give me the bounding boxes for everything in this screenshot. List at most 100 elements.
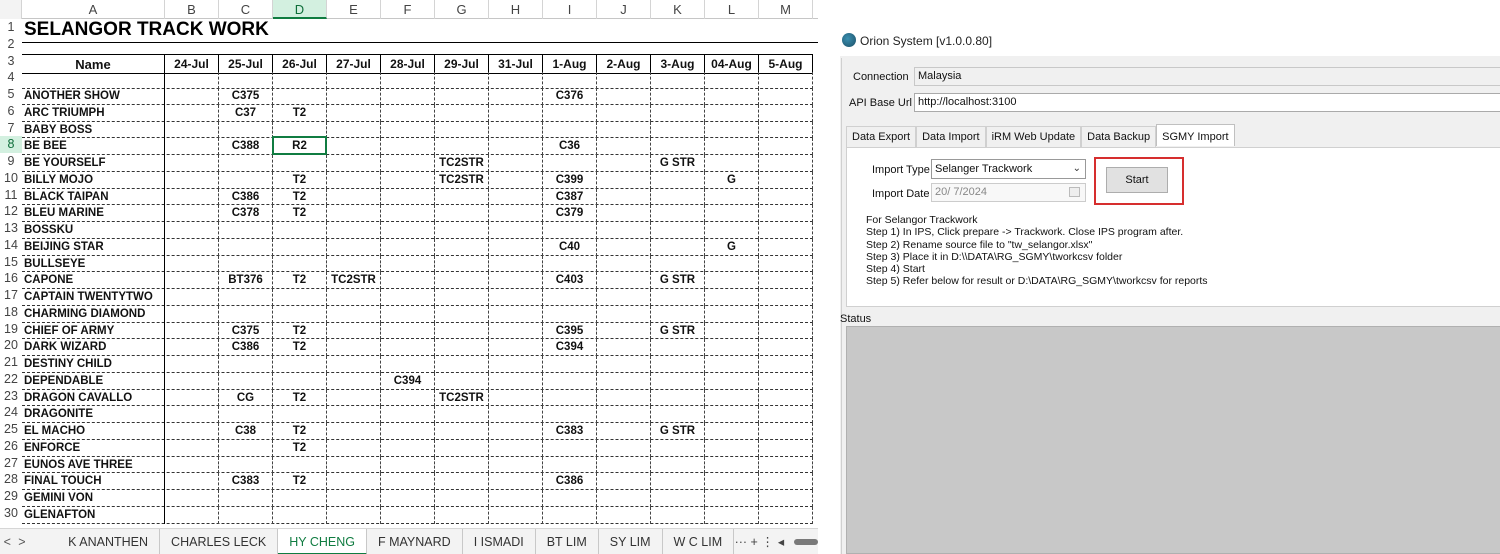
trackwork-cell[interactable]: TC2STR (435, 155, 489, 172)
trackwork-cell[interactable]: C395 (543, 322, 597, 340)
scroll-left-icon[interactable]: ◂ (774, 534, 787, 549)
trackwork-cell[interactable] (327, 372, 381, 390)
sheet-tab[interactable]: HY CHENG (278, 528, 367, 554)
trackwork-cell[interactable] (165, 205, 219, 222)
horse-name-cell[interactable]: BULLSEYE (22, 255, 165, 273)
horse-name-cell[interactable]: GEMINI VON (22, 490, 165, 507)
grid-cell[interactable] (273, 72, 327, 89)
sheet-tab[interactable]: CHARLES LECK (160, 528, 279, 554)
trackwork-cell[interactable]: C383 (219, 473, 273, 490)
row-header-9[interactable]: 9 (0, 153, 22, 170)
trackwork-cell[interactable]: C38 (219, 423, 273, 440)
trackwork-cell[interactable] (651, 506, 705, 524)
tab-data-export[interactable]: Data Export (846, 126, 917, 147)
tab-data-backup[interactable]: Data Backup (1081, 126, 1157, 147)
trackwork-cell[interactable] (327, 88, 381, 105)
trackwork-cell[interactable] (273, 356, 327, 373)
column-header-c[interactable]: C (219, 0, 273, 19)
row-header-26[interactable]: 26 (0, 438, 22, 455)
trackwork-cell[interactable] (165, 305, 219, 323)
trackwork-cell[interactable] (489, 121, 543, 139)
trackwork-cell[interactable] (165, 490, 219, 507)
sheet-nav-next-button[interactable]: > (15, 535, 30, 549)
trackwork-cell[interactable] (273, 155, 327, 172)
horse-name-cell[interactable]: DESTINY CHILD (22, 356, 165, 373)
trackwork-cell[interactable]: C403 (543, 272, 597, 289)
trackwork-cell[interactable] (381, 171, 435, 189)
grid-cell[interactable] (381, 72, 435, 89)
row-header-25[interactable]: 25 (0, 421, 22, 438)
blank-row[interactable] (22, 72, 813, 89)
trackwork-cell[interactable] (489, 138, 543, 155)
trackwork-cell[interactable] (381, 490, 435, 507)
trackwork-cell[interactable] (165, 406, 219, 423)
trackwork-cell[interactable] (219, 506, 273, 524)
trackwork-cell[interactable] (543, 372, 597, 390)
trackwork-cell[interactable] (165, 88, 219, 105)
grid-cell[interactable] (597, 72, 651, 89)
date-header-cell[interactable]: 27-Jul (327, 53, 381, 74)
trackwork-cell[interactable] (543, 439, 597, 457)
trackwork-cell[interactable] (651, 289, 705, 306)
trackwork-cell[interactable] (759, 356, 813, 373)
trackwork-cell[interactable] (543, 255, 597, 273)
trackwork-cell[interactable] (273, 456, 327, 474)
grid-cell[interactable] (543, 72, 597, 89)
trackwork-cell[interactable] (327, 205, 381, 222)
trackwork-cell[interactable] (381, 439, 435, 457)
trackwork-cell[interactable] (381, 238, 435, 256)
trackwork-cell[interactable] (165, 121, 219, 139)
trackwork-cell[interactable] (759, 473, 813, 490)
trackwork-cell[interactable] (489, 406, 543, 423)
trackwork-cell[interactable]: T2 (273, 423, 327, 440)
trackwork-cell[interactable] (381, 222, 435, 239)
trackwork-cell[interactable] (219, 490, 273, 507)
trackwork-cell[interactable]: C375 (219, 322, 273, 340)
column-header-k[interactable]: K (651, 0, 705, 19)
trackwork-cell[interactable] (597, 255, 651, 273)
trackwork-cell[interactable] (435, 490, 489, 507)
row-header-6[interactable]: 6 (0, 103, 22, 120)
trackwork-cell[interactable] (165, 439, 219, 457)
row-header-4[interactable]: 4 (0, 69, 22, 86)
trackwork-cell[interactable] (597, 506, 651, 524)
trackwork-cell[interactable]: C394 (381, 372, 435, 390)
row-header-1[interactable]: 1 (0, 19, 22, 36)
trackwork-cell[interactable] (381, 205, 435, 222)
horse-name-cell[interactable]: EUNOS AVE THREE (22, 456, 165, 474)
trackwork-cell[interactable] (705, 506, 759, 524)
trackwork-cell[interactable] (327, 305, 381, 323)
trackwork-cell[interactable] (597, 439, 651, 457)
horse-name-cell[interactable]: CAPTAIN TWENTYTWO (22, 289, 165, 306)
start-button[interactable]: Start (1106, 167, 1168, 193)
trackwork-cell[interactable] (489, 272, 543, 289)
row-header-15[interactable]: 15 (0, 254, 22, 271)
tab-options-icon[interactable]: ⋮ (761, 534, 774, 549)
trackwork-cell[interactable] (435, 305, 489, 323)
trackwork-cell[interactable]: T2 (273, 439, 327, 457)
trackwork-cell[interactable] (597, 138, 651, 155)
trackwork-cell[interactable] (489, 322, 543, 340)
trackwork-cell[interactable] (651, 372, 705, 390)
horse-name-cell[interactable]: BEIJING STAR (22, 238, 165, 256)
trackwork-cell[interactable] (489, 289, 543, 306)
column-header-h[interactable]: H (489, 0, 543, 19)
trackwork-cell[interactable]: C375 (219, 88, 273, 105)
row-header-29[interactable]: 29 (0, 488, 22, 505)
trackwork-cell[interactable] (165, 506, 219, 524)
trackwork-cell[interactable] (597, 322, 651, 340)
trackwork-cell[interactable] (759, 289, 813, 306)
row-header-2[interactable]: 2 (0, 36, 22, 53)
trackwork-cell[interactable] (327, 473, 381, 490)
trackwork-cell[interactable]: T2 (273, 205, 327, 222)
trackwork-cell[interactable] (381, 121, 435, 139)
trackwork-cell[interactable] (651, 406, 705, 423)
trackwork-cell[interactable] (381, 339, 435, 356)
trackwork-cell[interactable] (489, 473, 543, 490)
trackwork-cell[interactable] (381, 138, 435, 155)
trackwork-cell[interactable]: G STR (651, 155, 705, 172)
trackwork-cell[interactable] (705, 439, 759, 457)
trackwork-cell[interactable]: C386 (543, 473, 597, 490)
sheet-tab[interactable]: K ANANTHEN (57, 528, 161, 554)
trackwork-cell[interactable] (597, 490, 651, 507)
